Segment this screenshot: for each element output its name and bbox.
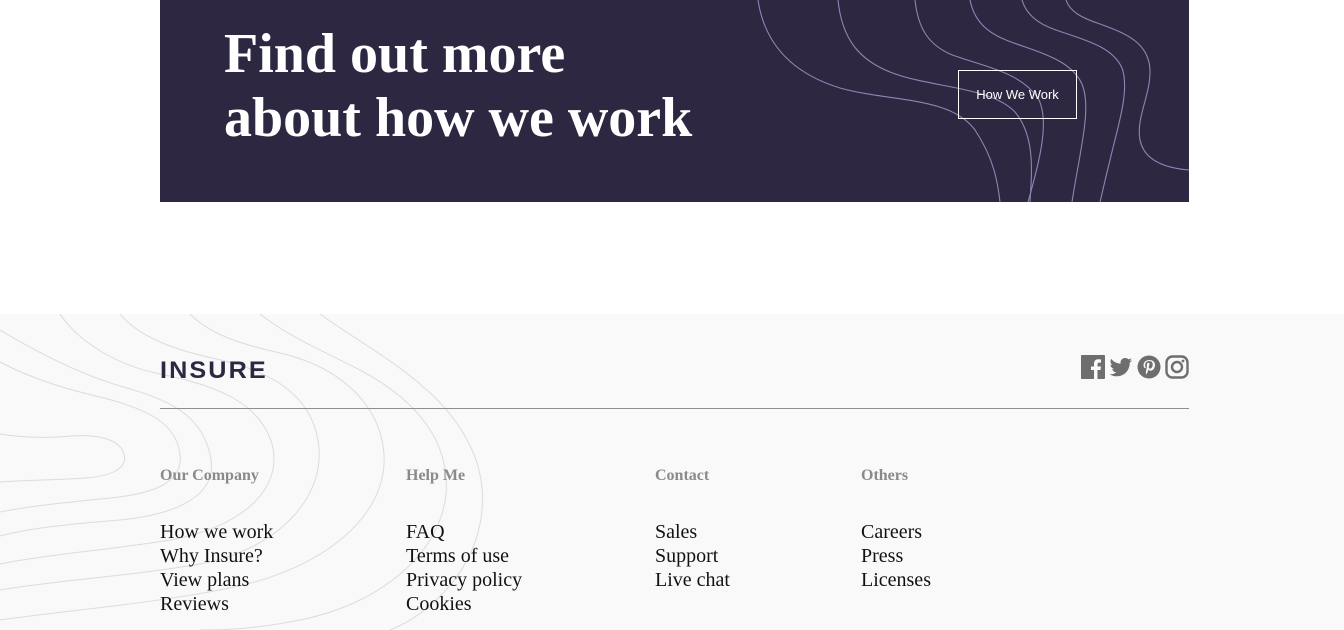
insure-logo[interactable]: INSURE: [160, 359, 268, 383]
footer-link-faq[interactable]: FAQ: [406, 520, 522, 544]
cta-heading-line-1: Find out more: [224, 23, 566, 85]
pinterest-icon[interactable]: [1137, 355, 1161, 379]
footer-link-licenses[interactable]: Licenses: [861, 568, 931, 592]
footer-link-terms-of-use[interactable]: Terms of use: [406, 544, 522, 568]
site-footer: INSURE Our Company How we work Why Insur…: [0, 314, 1344, 630]
footer-link-support[interactable]: Support: [655, 544, 730, 568]
twitter-icon[interactable]: [1109, 355, 1133, 379]
column-heading: Others: [861, 467, 909, 484]
footer-link-privacy-policy[interactable]: Privacy policy: [406, 568, 522, 592]
footer-link-how-we-work[interactable]: How we work: [160, 520, 273, 544]
column-heading: Help Me: [406, 467, 466, 484]
column-heading: Contact: [655, 467, 710, 484]
instagram-icon[interactable]: [1165, 355, 1189, 379]
footer-column-our-company: Our Company How we work Why Insure? View…: [160, 466, 273, 616]
footer-link-view-plans[interactable]: View plans: [160, 568, 273, 592]
cta-banner: Find out more about how we work How We W…: [160, 0, 1189, 202]
footer-link-cookies[interactable]: Cookies: [406, 592, 522, 616]
cta-heading-line-2: about how we work: [224, 87, 693, 149]
footer-divider: [160, 408, 1189, 409]
cta-heading: Find out more about how we work: [224, 22, 692, 150]
footer-link-live-chat[interactable]: Live chat: [655, 568, 730, 592]
footer-link-careers[interactable]: Careers: [861, 520, 931, 544]
footer-link-reviews[interactable]: Reviews: [160, 592, 273, 616]
footer-link-why-insure[interactable]: Why Insure?: [160, 544, 273, 568]
facebook-icon[interactable]: [1081, 355, 1105, 379]
footer-column-help-me: Help Me FAQ Terms of use Privacy policy …: [406, 466, 522, 616]
how-we-work-button[interactable]: How We Work: [958, 70, 1077, 119]
column-heading: Our Company: [160, 467, 259, 484]
footer-link-press[interactable]: Press: [861, 544, 931, 568]
social-links: [1081, 355, 1189, 381]
footer-link-sales[interactable]: Sales: [655, 520, 730, 544]
footer-column-contact: Contact Sales Support Live chat: [655, 466, 730, 592]
footer-column-others: Others Careers Press Licenses: [861, 466, 931, 592]
